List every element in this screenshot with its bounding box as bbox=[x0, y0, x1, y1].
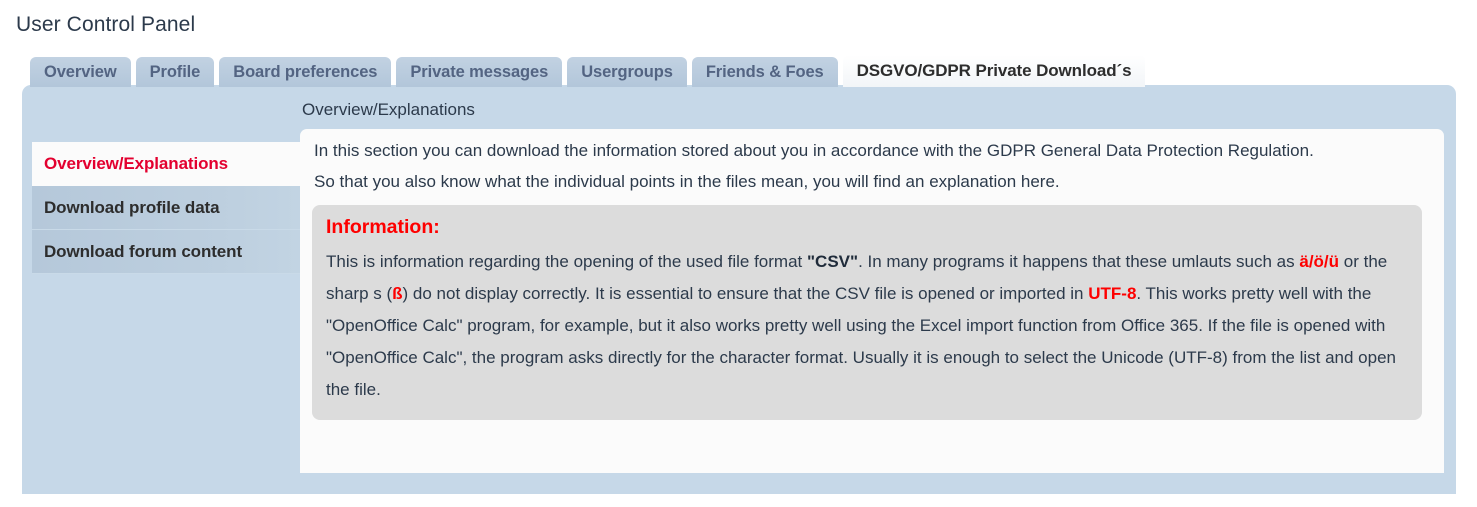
information-box-body: This is information regarding the openin… bbox=[326, 246, 1408, 406]
intro-paragraph-2: So that you also know what the individua… bbox=[314, 172, 1060, 191]
sidebar-item-download-forum-content[interactable]: Download forum content bbox=[32, 230, 300, 274]
info-highlight-sharp-s: ß bbox=[392, 284, 403, 303]
tab-overview[interactable]: Overview bbox=[30, 57, 131, 87]
content-area: Overview/Explanations In this section yo… bbox=[300, 85, 1456, 494]
info-highlight-utf8: UTF-8 bbox=[1088, 284, 1137, 303]
tab-usergroups[interactable]: Usergroups bbox=[567, 57, 687, 87]
tab-bar: Overview Profile Board preferences Private … bbox=[0, 53, 1477, 87]
ucp-panel: Overview/Explanations Download profile da… bbox=[22, 85, 1456, 494]
tab-private-messages[interactable]: Private messages bbox=[396, 57, 563, 87]
tab-dsgvo-gdpr-private-download-s[interactable]: DSGVO/GDPR Private Download´s bbox=[842, 55, 1146, 87]
sidebar-nav-list: Overview/Explanations Download profile da… bbox=[22, 142, 300, 274]
content-box: In this section you can download the inf… bbox=[300, 129, 1444, 473]
info-highlight-csv: "CSV" bbox=[807, 252, 859, 271]
tab-profile[interactable]: Profile bbox=[135, 57, 215, 87]
info-text-part-4: ) do not display correctly. It is essent… bbox=[402, 284, 1089, 303]
info-text-part-2: . In many programs it happens that these… bbox=[858, 252, 1300, 271]
information-box: Information: This is information regardi… bbox=[312, 205, 1422, 420]
page-title: User Control Panel bbox=[16, 13, 196, 36]
sidebar: Overview/Explanations Download profile da… bbox=[22, 85, 300, 494]
content-heading: Overview/Explanations bbox=[302, 100, 475, 119]
sidebar-item-download-profile-data[interactable]: Download profile data bbox=[32, 186, 300, 230]
tab-friends-foes[interactable]: Friends & Foes bbox=[691, 57, 838, 87]
information-box-title: Information: bbox=[326, 216, 440, 238]
sidebar-item-overview-explanations[interactable]: Overview/Explanations bbox=[32, 142, 300, 186]
info-text-part-1: This is information regarding the openin… bbox=[326, 252, 807, 271]
intro-paragraph-1: In this section you can download the inf… bbox=[314, 141, 1314, 160]
tab-board-preferences[interactable]: Board preferences bbox=[219, 57, 392, 87]
info-highlight-umlauts: ä/ö/ü bbox=[1299, 252, 1340, 271]
